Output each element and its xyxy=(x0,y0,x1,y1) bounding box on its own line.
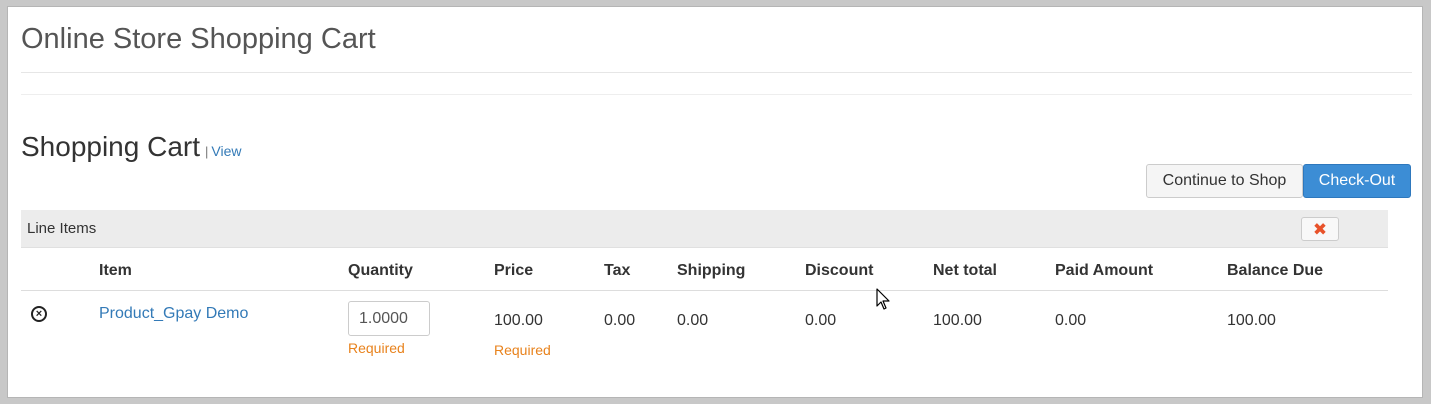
cart-heading: Shopping Cart | View xyxy=(21,131,242,163)
page-title: Online Store Shopping Cart xyxy=(21,23,376,55)
quantity-input[interactable] xyxy=(348,301,430,336)
price-required-note: Required xyxy=(494,342,551,358)
browser-viewport: Online Store Shopping Cart Shopping Cart… xyxy=(7,6,1423,398)
delete-all-button[interactable]: ✖ xyxy=(1301,217,1339,241)
paid-amount-value: 0.00 xyxy=(1055,312,1087,329)
view-link[interactable]: View xyxy=(211,143,241,159)
tax-value: 0.00 xyxy=(604,312,636,329)
divider xyxy=(21,94,1412,95)
divider xyxy=(21,72,1412,73)
cart-title: Shopping Cart xyxy=(21,131,201,162)
column-header-tax: Tax xyxy=(604,262,631,279)
shipping-value: 0.00 xyxy=(677,312,709,329)
column-header-shipping: Shipping xyxy=(677,262,746,279)
panel-title: Line Items xyxy=(27,220,97,237)
net-total-value: 100.00 xyxy=(933,312,982,329)
price-value: 100.00 xyxy=(494,312,543,329)
column-header-price: Price xyxy=(494,262,534,279)
separator: | xyxy=(205,144,209,159)
discount-value: 0.00 xyxy=(805,312,837,329)
quantity-required-note: Required xyxy=(348,340,405,356)
column-header-quantity: Quantity xyxy=(348,262,413,279)
column-header-net-total: Net total xyxy=(933,262,997,279)
table-header: Item Quantity Price Tax Shipping Discoun… xyxy=(21,249,1388,291)
column-header-balance-due: Balance Due xyxy=(1227,262,1324,279)
check-out-button[interactable]: Check-Out xyxy=(1303,164,1411,198)
x-icon: ✖ xyxy=(1312,219,1328,239)
continue-to-shop-button[interactable]: Continue to Shop xyxy=(1146,164,1303,198)
product-link[interactable]: Product_Gpay Demo xyxy=(99,305,248,323)
remove-item-icon[interactable]: × xyxy=(31,306,47,322)
mouse-cursor-icon xyxy=(876,288,890,310)
column-header-paid-amount: Paid Amount xyxy=(1055,262,1154,279)
line-items-panel-heading: Line Items ✖ xyxy=(21,210,1388,248)
column-header-discount: Discount xyxy=(805,262,874,279)
column-header-item: Item xyxy=(99,262,132,279)
table-row: × Product_Gpay Demo Required 100.00 Requ… xyxy=(21,292,1388,372)
balance-due-value: 100.00 xyxy=(1227,312,1276,329)
